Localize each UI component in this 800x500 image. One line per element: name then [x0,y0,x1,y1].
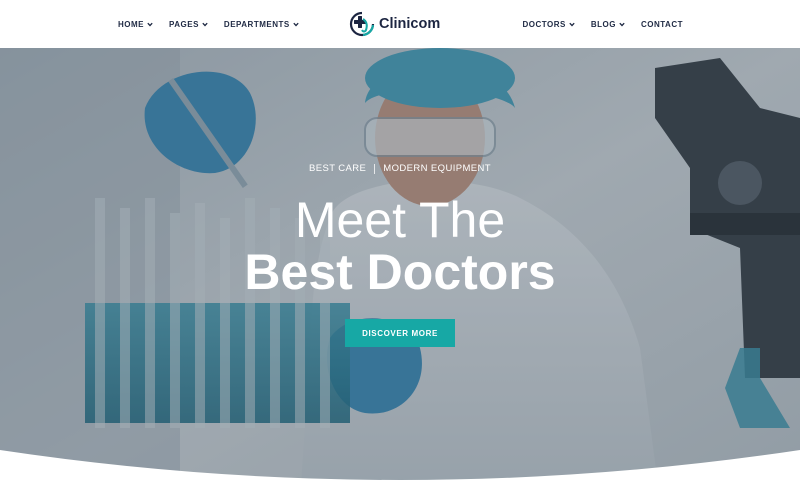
nav-item-departments[interactable]: DEPARTMENTS [224,20,299,29]
nav-right: DOCTORS BLOG CONTACT [523,0,683,48]
nav-item-label: PAGES [169,19,199,29]
nav-item-label: HOME [118,19,144,29]
discover-more-button[interactable]: DISCOVER MORE [345,319,455,347]
nav-item-label: CONTACT [640,19,683,29]
chevron-down-icon [147,22,153,27]
tagline-modern-equipment: MODERN EQUIPMENT [383,163,492,174]
hero-title-line-2: Best Doctors [244,244,556,300]
nav-item-contact[interactable]: CONTACT [641,20,683,29]
nav-item-label: DEPARTMENTS [223,19,290,29]
hero-tagline: BEST CARE MODERN EQUIPMENT [0,163,800,174]
logo-text: Clinicom [379,16,441,32]
site-header: HOME PAGES DEPARTMENTS Clinicom DOCTORS … [0,0,800,48]
nav-item-doctors[interactable]: DOCTORS [523,20,575,29]
medical-cross-logo-icon [349,11,375,37]
nav-item-label: BLOG [590,19,616,29]
chevron-down-icon [202,22,208,27]
chevron-down-icon [293,22,299,27]
nav-item-home[interactable]: HOME [118,20,153,29]
site-logo[interactable]: Clinicom [349,10,440,38]
nav-left: HOME PAGES DEPARTMENTS [118,0,299,48]
nav-item-label: DOCTORS [522,19,566,29]
chevron-down-icon [619,22,625,27]
hero-section: BEST CARE MODERN EQUIPMENT Meet The Best… [0,48,800,500]
tagline-best-care: BEST CARE [308,163,367,174]
nav-item-pages[interactable]: PAGES [169,20,208,29]
hero-bottom-curve [0,450,800,500]
hero-title-line-1: Meet The [294,192,506,248]
tagline-divider [374,163,376,174]
nav-item-blog[interactable]: BLOG [591,20,625,29]
chevron-down-icon [569,22,575,27]
